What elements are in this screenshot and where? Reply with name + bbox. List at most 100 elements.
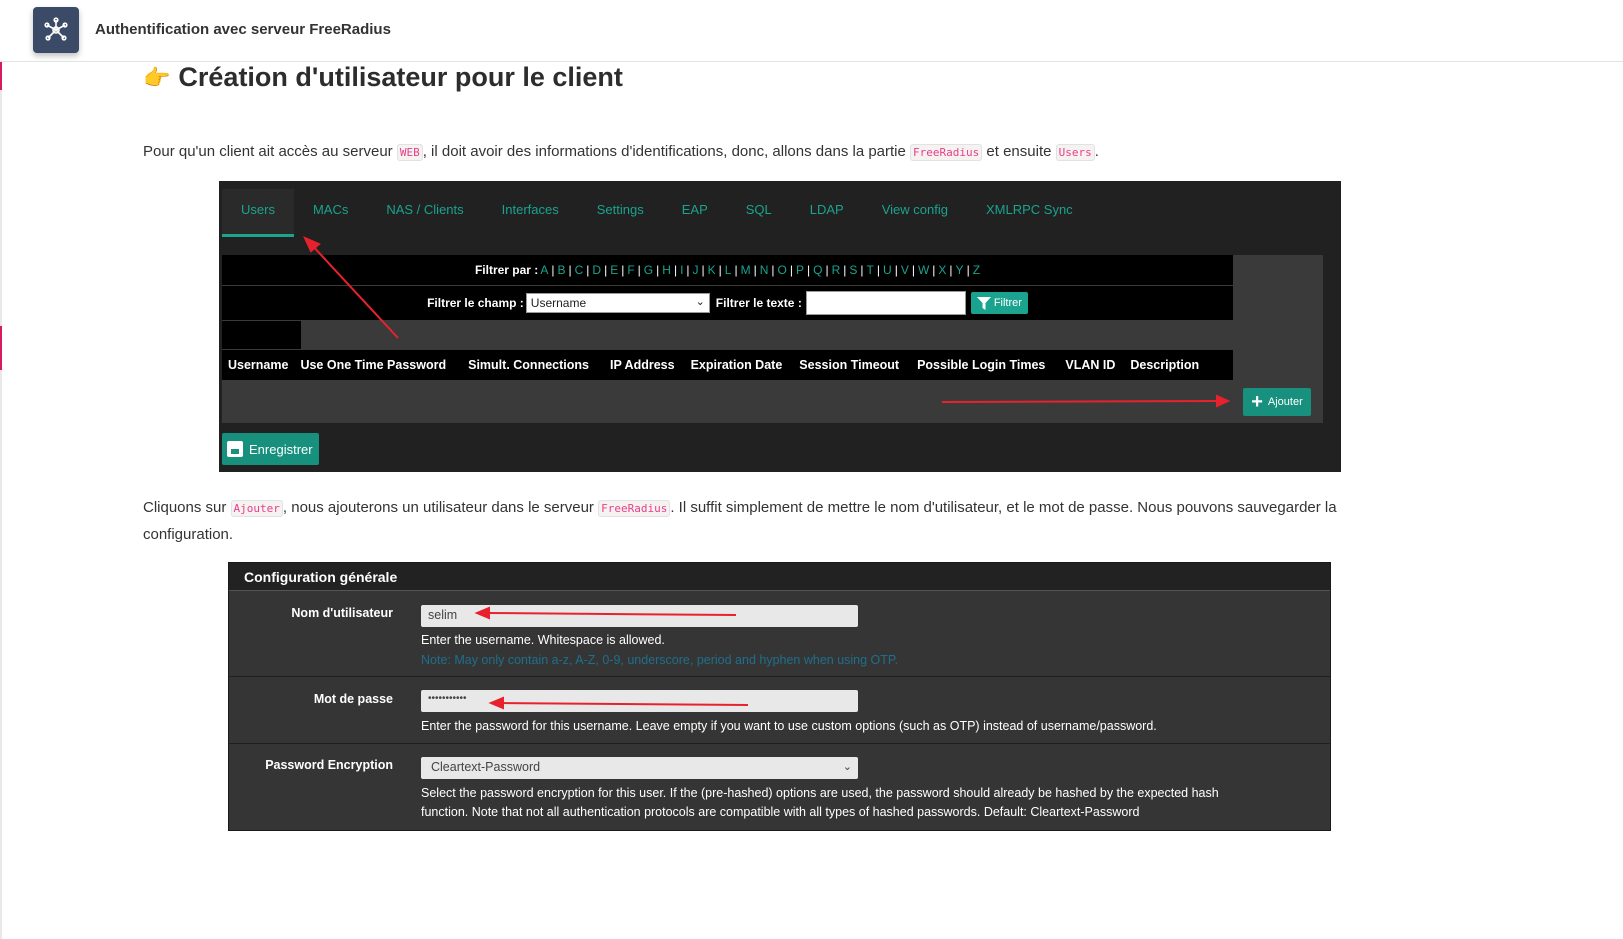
edge-marker xyxy=(0,326,2,370)
text-span: . Il suffit simplement de mettre le nom … xyxy=(670,499,1337,516)
filter-button-label: Filtrer xyxy=(993,297,1022,309)
password-row: Mot de passe ••••••••••• Enter the passw… xyxy=(229,677,1330,744)
letter-filter-link[interactable]: Z xyxy=(973,263,980,277)
book-title[interactable]: Authentification avec serveur FreeRadius xyxy=(95,21,391,38)
encryption-select[interactable]: Cleartext-Password ⌄ xyxy=(421,757,858,779)
tab-sql[interactable]: SQL xyxy=(727,189,791,235)
tab-users[interactable]: Users xyxy=(222,189,294,237)
letter-separator: | xyxy=(966,263,970,277)
letter-separator: | xyxy=(586,263,590,277)
letter-separator: | xyxy=(701,263,705,277)
filter-text-label: Filtrer le texte : xyxy=(715,296,802,310)
tab-settings[interactable]: Settings xyxy=(578,189,663,235)
text-span: , il doit avoir des informations d'ident… xyxy=(422,143,911,160)
letter-filter-link[interactable]: S xyxy=(849,263,857,277)
filter-text-input[interactable] xyxy=(805,291,966,315)
tab-nas-clients[interactable]: NAS / Clients xyxy=(367,189,482,235)
heading-text: Création d'utilisateur pour le client xyxy=(178,62,623,92)
letter-filter-link[interactable]: O xyxy=(778,263,787,277)
tab-xmlrpc-sync[interactable]: XMLRPC Sync xyxy=(967,189,1092,235)
encryption-row: Password Encryption Cleartext-Password ⌄… xyxy=(229,744,1330,828)
tab-eap[interactable]: EAP xyxy=(663,189,727,235)
letter-filter-link[interactable]: C xyxy=(575,263,584,277)
edge-marker xyxy=(0,62,2,90)
text-span: configuration. xyxy=(143,526,234,543)
letter-filter-link[interactable]: I xyxy=(680,263,683,277)
filter-by-label: Filtrer par : xyxy=(474,263,539,277)
inline-code: Users xyxy=(1055,144,1095,161)
letter-filter-link[interactable]: J xyxy=(693,263,699,277)
letter-filter-link[interactable]: T xyxy=(867,263,874,277)
letter-filter-link[interactable]: R xyxy=(832,263,841,277)
column-header: Possible Login Times xyxy=(917,358,1046,372)
letter-filter-link[interactable]: P xyxy=(796,263,804,277)
password-input[interactable]: ••••••••••• xyxy=(421,690,858,712)
chevron-down-icon: ⌄ xyxy=(842,761,852,773)
column-header: IP Address xyxy=(609,358,675,372)
inline-code: WEB xyxy=(396,144,423,161)
filter-button[interactable]: Filtrer xyxy=(970,292,1028,314)
letter-filter-link[interactable]: X xyxy=(938,263,946,277)
letter-separator: | xyxy=(673,263,678,277)
letter-filter-link[interactable]: K xyxy=(708,263,716,277)
username-row: Nom d'utilisateur selim Enter the userna… xyxy=(229,591,1330,677)
letter-separator: | xyxy=(604,263,608,277)
username-help: Enter the username. Whitespace is allowe… xyxy=(421,633,665,647)
letter-separator: | xyxy=(718,263,722,277)
tab-bar: Users MACs NAS / Clients Interfaces Settings… xyxy=(222,189,1092,237)
letter-separator: | xyxy=(551,263,555,277)
letter-filter-link[interactable]: Y xyxy=(956,263,964,277)
encryption-help: Select the password encryption for this … xyxy=(421,784,1219,822)
letter-filter-link[interactable]: A xyxy=(540,263,548,277)
pointing-hand-icon: 👉 xyxy=(143,64,171,90)
letter-separator: | xyxy=(637,263,641,277)
letter-filter-link[interactable]: Q xyxy=(813,263,822,277)
chevron-down-icon: ⌄ xyxy=(695,296,705,308)
filter-field-label: Filtrer le champ : xyxy=(427,296,524,310)
letter-filter-link[interactable]: M xyxy=(741,263,751,277)
letter-filter-link[interactable]: D xyxy=(592,263,601,277)
save-button[interactable]: Enregistrer xyxy=(222,433,319,465)
letter-filter-link[interactable]: F xyxy=(627,263,634,277)
letter-filter-link[interactable]: E xyxy=(610,263,618,277)
app-logo[interactable] xyxy=(33,7,79,53)
letter-separator: | xyxy=(771,263,775,277)
letter-filter-link[interactable]: H xyxy=(662,263,671,277)
letter-separator: | xyxy=(686,263,690,277)
letter-filter-link[interactable]: U xyxy=(883,263,892,277)
letter-separator: | xyxy=(860,263,864,277)
letter-filter-link[interactable]: L xyxy=(725,263,732,277)
letter-separator: | xyxy=(789,263,793,277)
password-help: Enter the password for this username. Le… xyxy=(421,719,1157,733)
funnel-icon xyxy=(976,296,991,310)
save-button-label: Enregistrer xyxy=(249,441,313,457)
general-config-screenshot: Configuration générale Nom d'utilisateur… xyxy=(228,562,1331,831)
username-input[interactable]: selim xyxy=(421,605,858,627)
add-user-button[interactable]: + Ajouter xyxy=(1243,388,1311,416)
password-label: Mot de passe xyxy=(313,692,393,706)
text-span: Cliquons sur xyxy=(143,499,231,516)
column-header: Username xyxy=(228,358,289,372)
tab-interfaces[interactable]: Interfaces xyxy=(483,189,578,235)
filter-field-select[interactable]: Username ⌄ xyxy=(525,293,710,313)
letter-filter-link[interactable]: N xyxy=(760,263,769,277)
inline-code: FreeRadius xyxy=(598,500,671,517)
encryption-value: Cleartext-Password xyxy=(431,760,541,774)
column-header: Description xyxy=(1130,358,1200,372)
inline-code: FreeRadius xyxy=(910,144,983,161)
letter-separator: | xyxy=(621,263,625,277)
letter-separator: | xyxy=(949,263,953,277)
letter-filter-link[interactable]: V xyxy=(901,263,909,277)
tab-view-config[interactable]: View config xyxy=(863,189,967,235)
letter-filter-link[interactable]: B xyxy=(557,263,565,277)
inline-code: Ajouter xyxy=(230,500,283,517)
letter-filter-link[interactable]: W xyxy=(918,263,929,277)
users-table-header: Username Use One Time Password Simult. C… xyxy=(222,350,1233,380)
letter-filter-link[interactable]: G xyxy=(644,263,653,277)
letter-separator: | xyxy=(656,263,660,277)
letter-separator: | xyxy=(894,263,898,277)
column-header: Simult. Connections xyxy=(468,358,589,372)
tab-ldap[interactable]: LDAP xyxy=(791,189,863,235)
tab-macs[interactable]: MACs xyxy=(294,189,367,235)
page-heading: 👉 Création d'utilisateur pour le client xyxy=(143,62,623,93)
